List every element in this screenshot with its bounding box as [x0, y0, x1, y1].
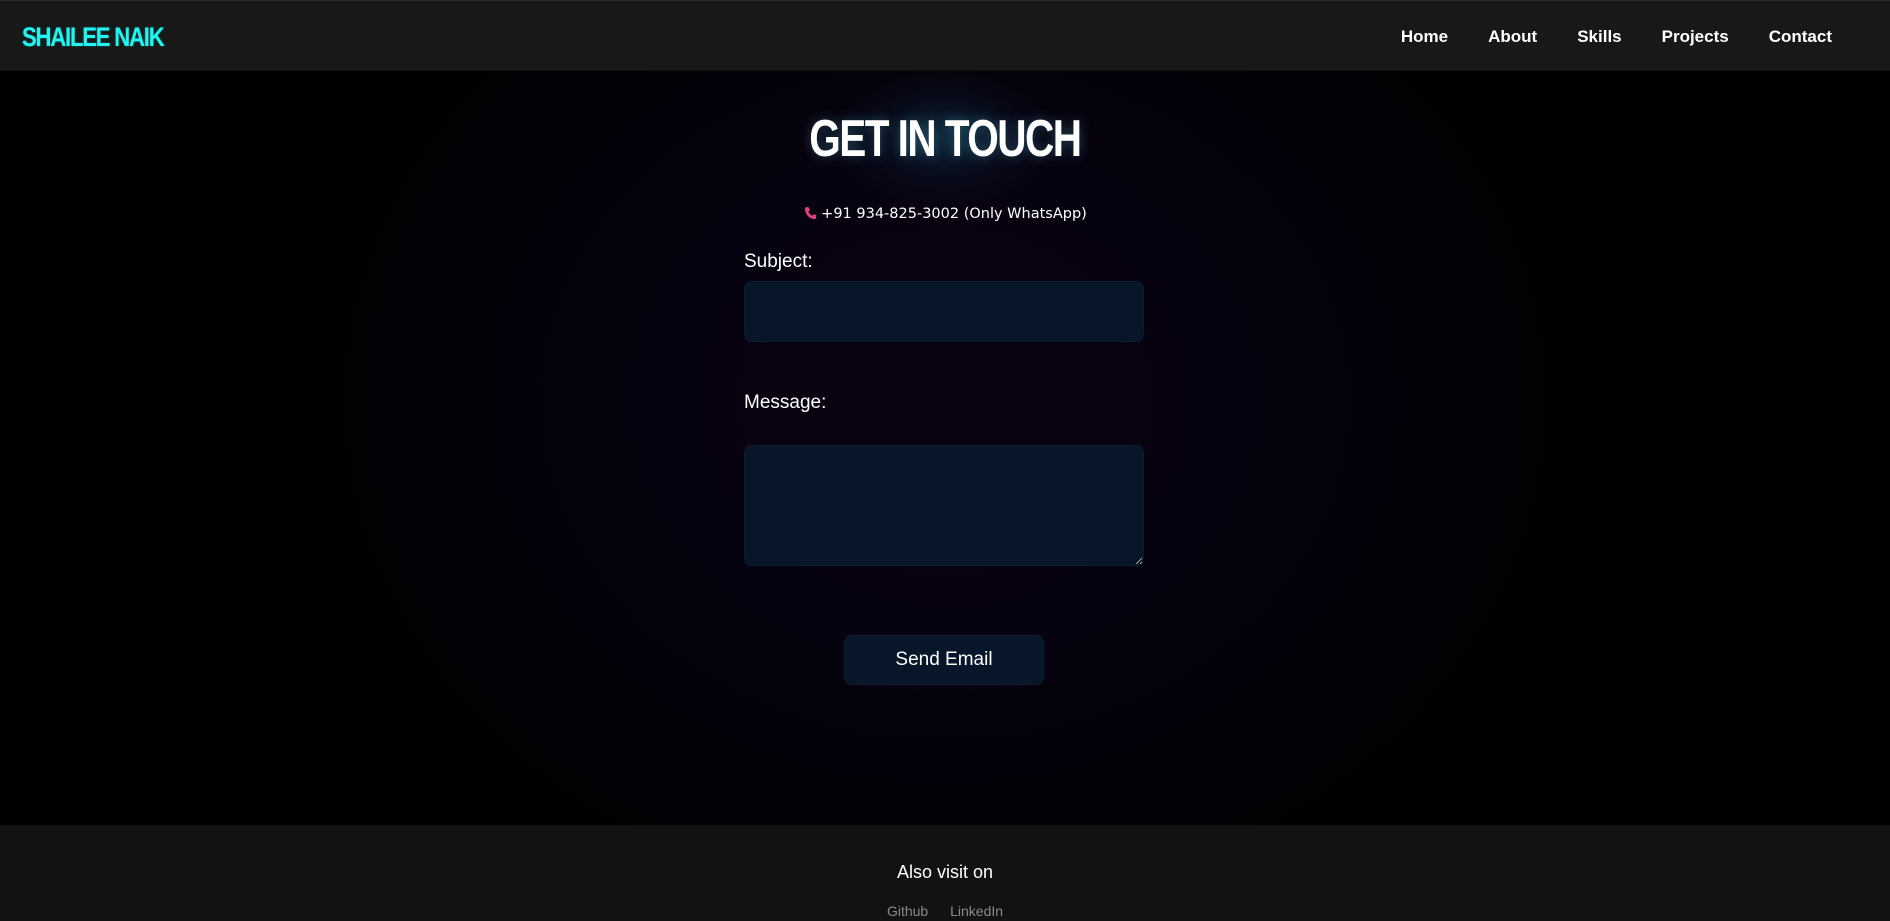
nav-link-projects[interactable]: Projects: [1662, 27, 1729, 47]
message-label: Message:: [744, 392, 827, 413]
nav-link-about[interactable]: About: [1488, 27, 1537, 47]
nav-link-skills[interactable]: Skills: [1577, 27, 1621, 47]
footer-link-github[interactable]: Github: [887, 903, 928, 919]
phone-number: +91 934-825-3002 (Only WhatsApp): [821, 206, 1087, 222]
nav-link-home[interactable]: Home: [1401, 27, 1448, 47]
contact-form: Subject: Message:: [744, 251, 1144, 566]
phone-icon: [805, 206, 817, 219]
footer: Also visit on Github LinkedIn: [0, 825, 1890, 921]
page-title: GET IN TOUCH: [0, 109, 1890, 169]
phone-contact: +91 934-825-3002 (Only WhatsApp): [0, 205, 1890, 222]
subject-input[interactable]: [744, 281, 1144, 342]
subject-label: Subject:: [744, 251, 813, 272]
nav-menu: Home About Skills Projects Contact: [1361, 1, 1832, 72]
footer-link-linkedin[interactable]: LinkedIn: [950, 903, 1003, 919]
send-email-button[interactable]: Send Email: [844, 635, 1044, 685]
message-textarea[interactable]: [744, 445, 1144, 566]
nav-link-contact[interactable]: Contact: [1769, 27, 1832, 47]
site-logo[interactable]: SHAILEE NAIK: [22, 22, 165, 53]
page-title-text: GET IN TOUCH: [809, 110, 1082, 168]
navbar: SHAILEE NAIK Home About Skills Projects …: [0, 0, 1890, 71]
contact-section: GET IN TOUCH +91 934-825-3002 (Only What…: [0, 71, 1890, 825]
footer-links: Github LinkedIn: [0, 903, 1890, 919]
footer-heading: Also visit on: [896, 862, 994, 882]
